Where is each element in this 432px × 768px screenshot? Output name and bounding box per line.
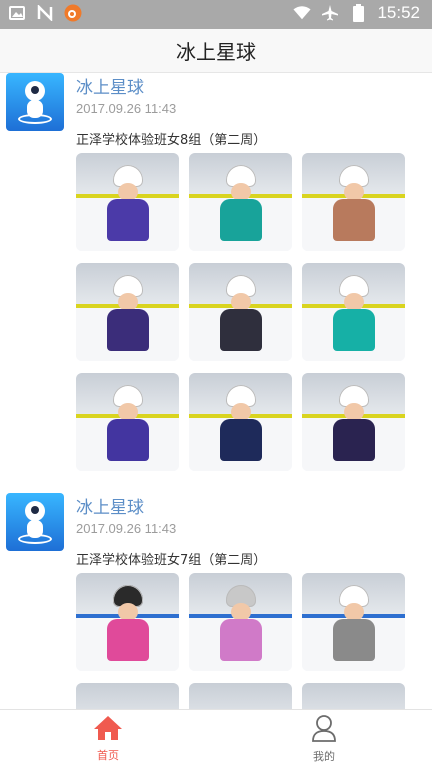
- post-photo[interactable]: [302, 263, 405, 361]
- home-icon: [93, 715, 123, 745]
- feed-post[interactable]: 冰上星球 2017.09.26 11:43 正泽学校体验班女7组（第二周）: [0, 493, 432, 709]
- post-photo[interactable]: [302, 153, 405, 251]
- tab-home-label: 首页: [97, 749, 119, 762]
- post-photo[interactable]: [76, 573, 179, 671]
- post-time: 2017.09.26 11:43: [76, 521, 177, 536]
- post-photo[interactable]: [76, 373, 179, 471]
- robot-eye: [31, 506, 39, 514]
- post-photo[interactable]: [302, 573, 405, 671]
- post-description: 正泽学校体验班女8组（第二周）: [76, 133, 267, 148]
- post-description: 正泽学校体验班女7组（第二周）: [76, 553, 267, 568]
- post-photo[interactable]: [76, 263, 179, 361]
- user-icon: [310, 714, 338, 746]
- post-author[interactable]: 冰上星球: [76, 73, 144, 98]
- post-photo[interactable]: [76, 153, 179, 251]
- avatar[interactable]: [6, 73, 64, 131]
- page-title: 冰上星球: [176, 40, 256, 64]
- n-icon: [36, 4, 54, 22]
- feed-post[interactable]: 冰上星球 2017.09.26 11:43 正泽学校体验班女8组（第二周）: [0, 73, 432, 483]
- wifi-icon: [293, 4, 312, 22]
- status-left-icons: [8, 4, 82, 22]
- robot-eye: [31, 86, 39, 94]
- feed-list[interactable]: 冰上星球 2017.09.26 11:43 正泽学校体验班女8组（第二周） 冰上…: [0, 73, 432, 709]
- image-icon: [8, 4, 26, 22]
- robot-ring: [18, 114, 52, 124]
- bottom-tab-bar: 首页 我的: [0, 709, 432, 768]
- post-photo[interactable]: [189, 263, 292, 361]
- airplane-icon: [321, 4, 339, 22]
- status-bar: 15:52: [0, 0, 432, 29]
- app-bar: 冰上星球: [0, 29, 432, 73]
- post-photo[interactable]: [76, 683, 179, 709]
- post-photo[interactable]: [302, 373, 405, 471]
- tab-profile-label: 我的: [313, 750, 335, 763]
- weibo-icon: [64, 4, 82, 22]
- battery-icon: [349, 4, 367, 22]
- robot-ring: [18, 534, 52, 544]
- post-photo[interactable]: [189, 373, 292, 471]
- tab-home[interactable]: 首页: [0, 710, 216, 768]
- post-photo[interactable]: [302, 683, 405, 709]
- avatar[interactable]: [6, 493, 64, 551]
- post-time: 2017.09.26 11:43: [76, 101, 177, 116]
- tab-profile[interactable]: 我的: [216, 710, 432, 768]
- status-right-icons: 15:52: [293, 3, 420, 23]
- post-photo[interactable]: [189, 153, 292, 251]
- post-author[interactable]: 冰上星球: [76, 493, 144, 518]
- post-photo[interactable]: [189, 683, 292, 709]
- status-time: 15:52: [377, 3, 420, 22]
- post-photo[interactable]: [189, 573, 292, 671]
